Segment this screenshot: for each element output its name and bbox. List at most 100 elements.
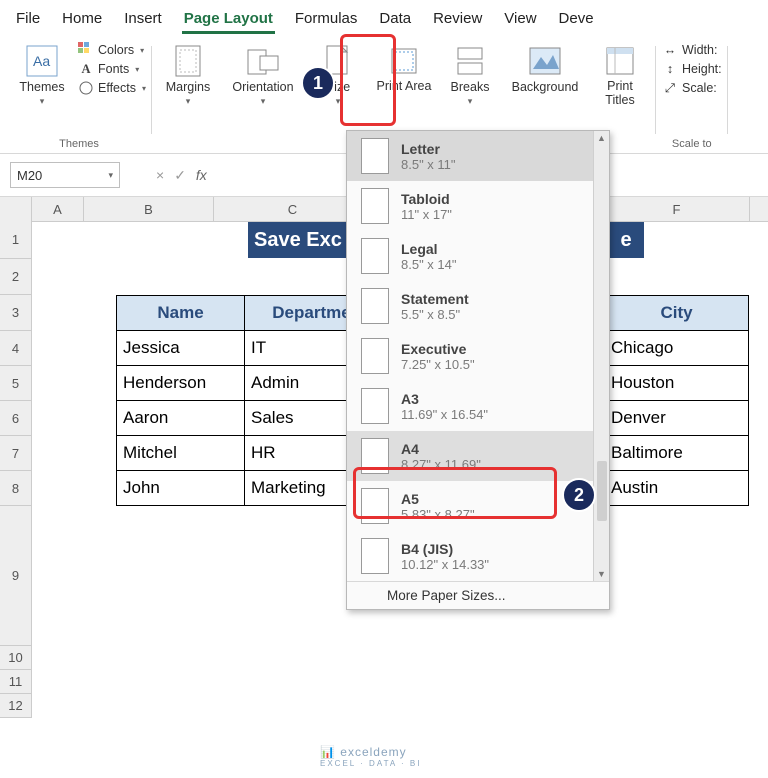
size-option-a4[interactable]: A48.27" x 11.69"	[347, 431, 609, 481]
annotation-badge-2: 2	[562, 478, 596, 512]
page-icon	[361, 388, 389, 424]
menu-formulas[interactable]: Formulas	[293, 6, 360, 34]
background-icon	[528, 44, 562, 78]
menu-view[interactable]: View	[502, 6, 538, 34]
cancel-icon[interactable]: ×	[156, 167, 164, 184]
col-header-A[interactable]: A	[32, 197, 84, 221]
table-row[interactable]: HendersonAdmin	[117, 366, 379, 401]
breaks-icon	[453, 44, 487, 78]
col-header-B[interactable]: B	[84, 197, 214, 221]
print-area-button[interactable]: Print Area	[374, 42, 434, 96]
more-paper-sizes[interactable]: More Paper Sizes...	[347, 581, 609, 609]
page-icon	[361, 238, 389, 274]
print-titles-button[interactable]: Print Titles	[590, 42, 650, 110]
colors-button[interactable]: Colors▾	[78, 42, 146, 58]
page-icon	[361, 538, 389, 574]
row-header-8[interactable]: 8	[0, 471, 32, 506]
size-option-statement[interactable]: Statement5.5" x 8.5"	[347, 281, 609, 331]
scroll-down-icon[interactable]: ▼	[597, 569, 606, 579]
menu-insert[interactable]: Insert	[122, 6, 164, 34]
print-area-icon	[387, 44, 421, 78]
scale-icon: ⤢	[662, 80, 678, 96]
svg-text:Aa: Aa	[33, 53, 50, 69]
name-box[interactable]: M20 ▾	[10, 162, 120, 188]
themes-button[interactable]: Aa Themes ▾	[12, 42, 72, 109]
height-icon: ↕	[662, 61, 678, 77]
table-row[interactable]: MitchelHR	[117, 436, 379, 471]
background-button[interactable]: Background	[506, 42, 584, 96]
menu-tabs: File Home Insert Page Layout Formulas Da…	[0, 0, 768, 34]
effects-icon	[78, 80, 94, 96]
group-themes: Aa Themes ▾ Colors▾ A Fonts▾ Effects▾	[6, 42, 152, 152]
breaks-button[interactable]: Breaks▾	[440, 42, 500, 109]
menu-review[interactable]: Review	[431, 6, 484, 34]
table-row[interactable]: AaronSales	[117, 401, 379, 436]
chevron-down-icon: ▾	[40, 96, 45, 107]
page-icon	[361, 188, 389, 224]
page-icon	[361, 488, 389, 524]
size-option-executive[interactable]: Executive7.25" x 10.5"	[347, 331, 609, 381]
fonts-button[interactable]: A Fonts▾	[78, 61, 146, 77]
row-header-6[interactable]: 6	[0, 401, 32, 436]
table-row[interactable]: JohnMarketing	[117, 471, 379, 506]
size-dropdown: Letter8.5" x 11" Tabloid11" x 17" Legal8…	[346, 130, 610, 610]
th-city: City	[605, 296, 749, 331]
page-icon	[361, 138, 389, 174]
name-box-value: M20	[17, 168, 42, 183]
orientation-icon	[246, 44, 280, 78]
table-row[interactable]: JessicaIT	[117, 331, 379, 366]
col-header-F[interactable]: F	[604, 197, 750, 221]
margins-icon	[171, 44, 205, 78]
title-banner-right: e	[608, 222, 644, 258]
size-option-letter[interactable]: Letter8.5" x 11"	[347, 131, 609, 181]
row-header-3[interactable]: 3	[0, 295, 32, 331]
row-header-2[interactable]: 2	[0, 259, 32, 295]
size-option-legal[interactable]: Legal8.5" x 14"	[347, 231, 609, 281]
effects-button[interactable]: Effects▾	[78, 80, 146, 96]
dropdown-scrollbar[interactable]: ▲ ▼	[593, 131, 609, 581]
group-scale: ↔Width: ↕Height: ⤢Scale: Scale to	[656, 42, 728, 152]
width-icon: ↔	[662, 42, 678, 58]
page-icon	[361, 438, 389, 474]
row-header-7[interactable]: 7	[0, 436, 32, 471]
row-header-5[interactable]: 5	[0, 366, 32, 401]
themes-label: Themes	[19, 80, 64, 94]
annotation-badge-1: 1	[301, 66, 335, 100]
size-option-b4-jis-[interactable]: B4 (JIS)10.12" x 14.33"	[347, 531, 609, 581]
row-header-10[interactable]: 10	[0, 646, 32, 670]
row-header-9[interactable]: 9	[0, 506, 32, 646]
fx-icon[interactable]: fx	[192, 167, 211, 183]
th-name: Name	[117, 296, 245, 331]
menu-page-layout[interactable]: Page Layout	[182, 6, 275, 34]
orientation-button[interactable]: Orientation▾	[224, 42, 302, 109]
fonts-icon: A	[78, 61, 94, 77]
margins-button[interactable]: Margins▾	[158, 42, 218, 109]
scrollbar-thumb[interactable]	[597, 461, 607, 521]
row-headers: 123456789101112	[0, 221, 32, 718]
data-table-left: Name Departme JessicaITHendersonAdminAar…	[116, 295, 379, 506]
row-header-12[interactable]: 12	[0, 694, 32, 718]
row-header-11[interactable]: 11	[0, 670, 32, 694]
enter-icon[interactable]: ✓	[174, 167, 186, 184]
scroll-up-icon[interactable]: ▲	[597, 133, 606, 143]
scale-control[interactable]: ⤢Scale:	[662, 80, 722, 96]
height-control[interactable]: ↕Height:	[662, 61, 722, 77]
menu-data[interactable]: Data	[377, 6, 413, 34]
menu-developer[interactable]: Deve	[557, 6, 596, 34]
menu-file[interactable]: File	[14, 6, 42, 34]
menu-home[interactable]: Home	[60, 6, 104, 34]
colors-icon	[78, 42, 94, 58]
size-option-tabloid[interactable]: Tabloid11" x 17"	[347, 181, 609, 231]
group-themes-label: Themes	[59, 138, 99, 152]
size-option-a3[interactable]: A311.69" x 16.54"	[347, 381, 609, 431]
row-header-1[interactable]: 1	[0, 221, 32, 259]
page-icon	[361, 288, 389, 324]
watermark: 📊 exceldemyEXCEL · DATA · BI	[320, 745, 421, 768]
group-scale-label: Scale to	[672, 138, 712, 152]
width-control[interactable]: ↔Width:	[662, 42, 722, 58]
page-icon	[361, 338, 389, 374]
print-titles-icon	[603, 44, 637, 78]
select-all-corner[interactable]	[0, 197, 32, 221]
row-header-4[interactable]: 4	[0, 331, 32, 366]
themes-icon: Aa	[25, 44, 59, 78]
